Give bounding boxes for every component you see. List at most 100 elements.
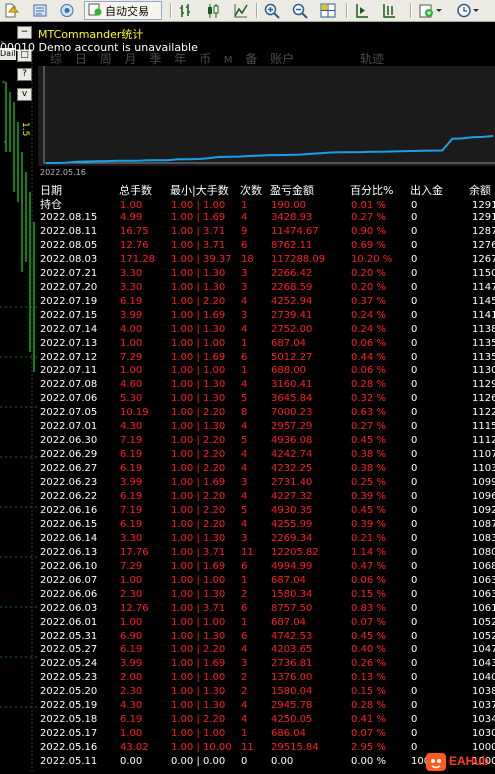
table-row[interactable]: 2022.06.30 7.19 1.00 | 2.20 5 4936.08 0.45 % 0…	[38, 434, 495, 448]
collapse-button[interactable]: v	[17, 88, 32, 101]
table-row[interactable]: 2022.05.24 3.99 1.00 | 1.69 3 2736.81 0.26 % 0…	[38, 657, 495, 671]
row-pnl: 3428.93	[271, 212, 313, 223]
row-deposit: 0	[411, 295, 418, 307]
row-pnl: 4232.25	[271, 463, 313, 475]
row-percent: 0.44 %	[351, 351, 386, 363]
table-row[interactable]: 2022.06.07 1.00 1.00 | 1.00 1 687.04 0.06 % 0 1…	[38, 574, 495, 588]
row-percent: 0.24 %	[351, 323, 386, 335]
table-row[interactable]: 2022.06.06 2.30 1.00 | 1.30 2 1580.34 0.15 % 0…	[38, 588, 495, 602]
table-row[interactable]: 2022.06.22 6.19 1.00 | 2.20 4 4227.32 0.39 % 0…	[38, 490, 495, 504]
clock-icon[interactable]	[455, 2, 481, 19]
table-row[interactable]: 2022.05.17 1.00 1.00 | 1.00 1 686.04 0.07 % 0 1…	[38, 727, 495, 741]
table-row[interactable]: 2022.06.29 6.19 1.00 | 2.20 4 4242.74 0.38 % 0…	[38, 448, 495, 462]
row-balance: 1096	[472, 491, 495, 502]
table-row[interactable]: 2022.07.19 6.19 1.00 | 2.20 4 4252.94 0.37 % 0…	[38, 295, 495, 309]
tab-notes[interactable]: 备	[245, 52, 257, 66]
tab-currency[interactable]: 币	[199, 52, 211, 66]
row-balance: 1147	[472, 281, 495, 293]
tab-magic[interactable]: M	[224, 55, 233, 66]
tab-quarterly[interactable]: 季	[149, 52, 161, 66]
chart-start-date: 2022.05.16	[40, 168, 86, 177]
table-row[interactable]: 2022.05.20 2.30 1.00 | 1.30 2 1580.04 0.15 % 0…	[38, 685, 495, 699]
row-total-lots: 171.28	[120, 253, 155, 265]
shift-icon[interactable]	[380, 2, 398, 19]
table-row[interactable]: 2022.07.08 4.60 1.00 | 1.30 4 3160.41 0.28 % 0…	[38, 378, 495, 392]
row-pnl: 8757.50	[271, 602, 313, 614]
table-row[interactable]: 2022.08.05 12.76 1.00 | 3.71 6 8762.11 0.69 %…	[38, 239, 495, 253]
row-balance: 1030	[472, 728, 495, 740]
table-row[interactable]: 2022.08.15 4.99 1.00 | 1.69 4 3428.93 0.27 % 0…	[38, 211, 495, 225]
price-chart-strip[interactable]: Daily 1.5	[0, 22, 38, 774]
row-date: 2022.06.29	[40, 449, 98, 461]
table-row[interactable]: 2022.07.13 1.00 1.00 | 1.00 1 687.04 0.06 % 0 1…	[38, 337, 495, 351]
scroll-icon[interactable]	[353, 2, 371, 19]
table-row[interactable]: 2022.07.21 3.30 1.00 | 1.30 3 2266.42 0.20 % 0…	[38, 267, 495, 281]
table-row[interactable]: 2022.05.23 2.00 1.00 | 1.00 2 1376.00 0.13 % 0…	[38, 671, 495, 685]
row-count: 1	[241, 728, 248, 740]
row-total-lots: 1.00	[120, 337, 143, 349]
tab-track[interactable]: 轨迹	[360, 52, 384, 66]
tile-icon[interactable]	[319, 2, 337, 19]
zoom-out-icon[interactable]	[291, 2, 309, 19]
row-balance: 1099	[472, 477, 495, 489]
help-button[interactable]: ?	[17, 68, 32, 81]
row-pnl: 687.04	[271, 337, 306, 349]
row-percent: 0.39 %	[351, 518, 386, 530]
tab-summary[interactable]: 综	[50, 52, 62, 66]
table-row[interactable]: 2022.07.15 3.99 1.00 | 1.69 3 2739.41 0.24 % 0…	[38, 309, 495, 323]
indicator-icon[interactable]	[418, 2, 444, 19]
autotrade-button[interactable]: 自动交易	[84, 1, 162, 20]
table-row[interactable]: 2022.08.03 171.28 1.00 | 39.37 18 117288.09 1…	[38, 253, 495, 267]
row-balance: 1063	[472, 588, 495, 600]
tab-monthly[interactable]: 月	[125, 52, 137, 66]
line-chart-icon[interactable]	[232, 2, 250, 19]
tab-weekly[interactable]: 周	[100, 52, 112, 66]
table-row[interactable]: 2022.06.14 3.30 1.00 | 1.30 3 2269.34 0.21 % 0…	[38, 532, 495, 546]
row-count: 0	[241, 756, 248, 768]
table-row[interactable]: 2022.06.27 6.19 1.00 | 2.20 4 4232.25 0.38 % 0…	[38, 462, 495, 476]
zoom-in-icon[interactable]	[263, 2, 281, 19]
table-row[interactable]: 2022.08.11 16.75 1.00 | 3.71 9 11474.67 0.90 …	[38, 225, 495, 239]
row-pnl: 5012.27	[271, 351, 313, 363]
table-row[interactable]: 2022.06.16 7.19 1.00 | 2.20 5 4930.35 0.45 % 0…	[38, 504, 495, 518]
table-row[interactable]: 2022.06.15 6.19 1.00 | 2.20 4 4255.99 0.39 % 0…	[38, 518, 495, 532]
row-total-lots: 6.19	[120, 491, 143, 502]
table-row[interactable]: 2022.07.11 1.00 1.00 | 1.00 1 688.00 0.06 % 0 1…	[38, 364, 495, 378]
table-row[interactable]: 2022.05.19 4.30 1.00 | 1.30 4 2945.78 0.28 % 0…	[38, 699, 495, 713]
row-total-lots: 6.19	[120, 644, 143, 656]
row-balance: 1040	[472, 672, 495, 684]
row-total-lots: 3.30	[120, 532, 143, 544]
table-row[interactable]: 2022.07.05 10.19 1.00 | 2.20 8 7000.23 0.63 %…	[38, 406, 495, 420]
new-order-icon[interactable]	[4, 2, 20, 19]
table-row[interactable]: 2022.06.23 3.99 1.00 | 1.69 3 2731.40 0.25 % 0…	[38, 476, 495, 490]
table-row[interactable]: 2022.05.18 6.19 1.00 | 2.20 4 4250.05 0.41 % 0…	[38, 713, 495, 727]
table-row[interactable]: 2022.06.01 1.00 1.00 | 1.00 1 687.04 0.07 % 0 1…	[38, 616, 495, 630]
row-pnl: 11474.67	[271, 225, 319, 237]
table-row[interactable]: 2022.06.03 12.76 1.00 | 3.71 6 8757.50 0.83 %…	[38, 602, 495, 616]
table-row[interactable]: 2022.07.06 5.30 1.00 | 1.30 5 3645.84 0.32 % 0…	[38, 392, 495, 406]
candle-icon[interactable]	[204, 2, 222, 19]
table-row[interactable]: 2022.07.12 7.29 1.00 | 1.69 6 5012.27 0.44 % 0…	[38, 351, 495, 365]
history-icon[interactable]	[31, 2, 49, 19]
row-date: 2022.07.13	[40, 337, 98, 349]
minimize-button[interactable]: −	[17, 26, 32, 39]
tab-daily[interactable]: 日	[75, 52, 87, 66]
table-row[interactable]: 2022.06.13 17.76 1.00 | 3.71 11 12205.82 1.14…	[38, 546, 495, 560]
table-row[interactable]: 2022.07.14 4.00 1.00 | 1.30 4 2752.00 0.24 % 0…	[38, 323, 495, 337]
row-balance: 1107	[472, 449, 495, 461]
tab-account[interactable]: 账户	[270, 52, 294, 66]
row-total-lots: 6.19	[120, 714, 143, 726]
table-row[interactable]: 2022.07.20 3.30 1.00 | 1.30 3 2268.59 0.20 % 0…	[38, 281, 495, 295]
tab-yearly[interactable]: 年	[174, 52, 186, 66]
table-row[interactable]: 2022.05.31 6.90 1.00 | 1.30 6 4742.53 0.45 % 0…	[38, 630, 495, 644]
row-min-max-lots: 1.00 | 1.30	[171, 323, 226, 335]
table-row[interactable]: 2022.07.01 4.30 1.00 | 1.30 4 2957.29 0.27 % 0…	[38, 420, 495, 434]
row-count: 18	[241, 253, 254, 265]
signal-icon[interactable]	[58, 2, 76, 19]
table-row[interactable]: 2022.06.10 7.29 1.00 | 1.69 6 4994.99 0.47 % 0…	[38, 560, 495, 574]
table-row[interactable]: 2022.05.27 6.19 1.00 | 2.20 4 4203.65 0.40 % 0…	[38, 643, 495, 657]
row-percent: 2.95 %	[351, 742, 386, 754]
bar-chart-icon[interactable]	[176, 2, 194, 19]
row-min-max-lots: 1.00 | 2.20	[171, 463, 226, 475]
row-total-lots: 5.30	[120, 393, 143, 405]
